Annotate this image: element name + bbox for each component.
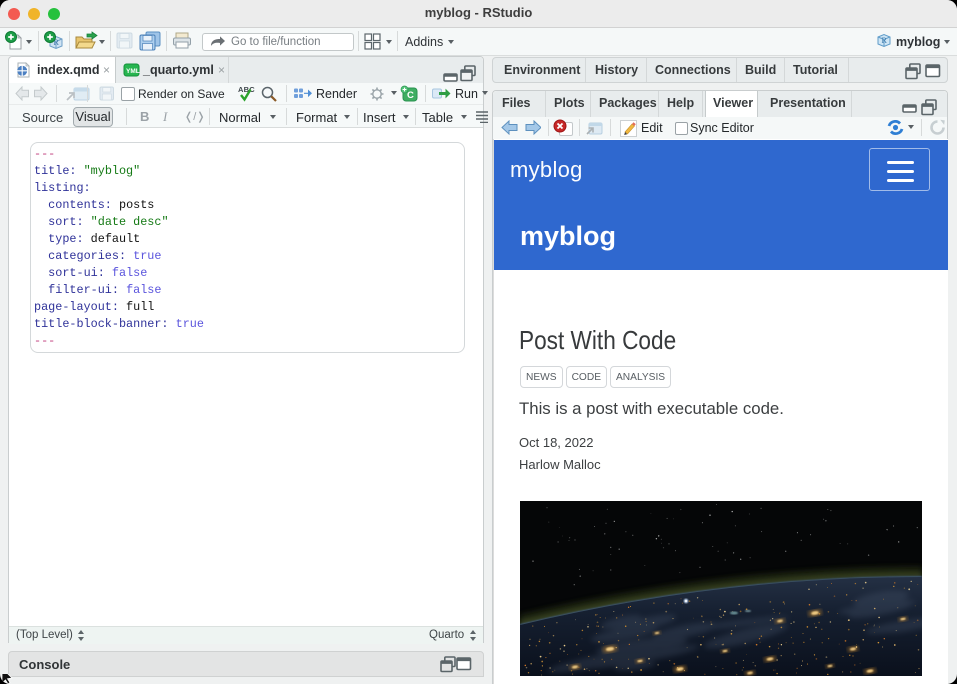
svg-text:R: R (882, 36, 888, 45)
svg-text:YML: YML (126, 68, 140, 75)
svg-text:ABC: ABC (238, 85, 255, 94)
svg-text:C: C (407, 90, 414, 101)
